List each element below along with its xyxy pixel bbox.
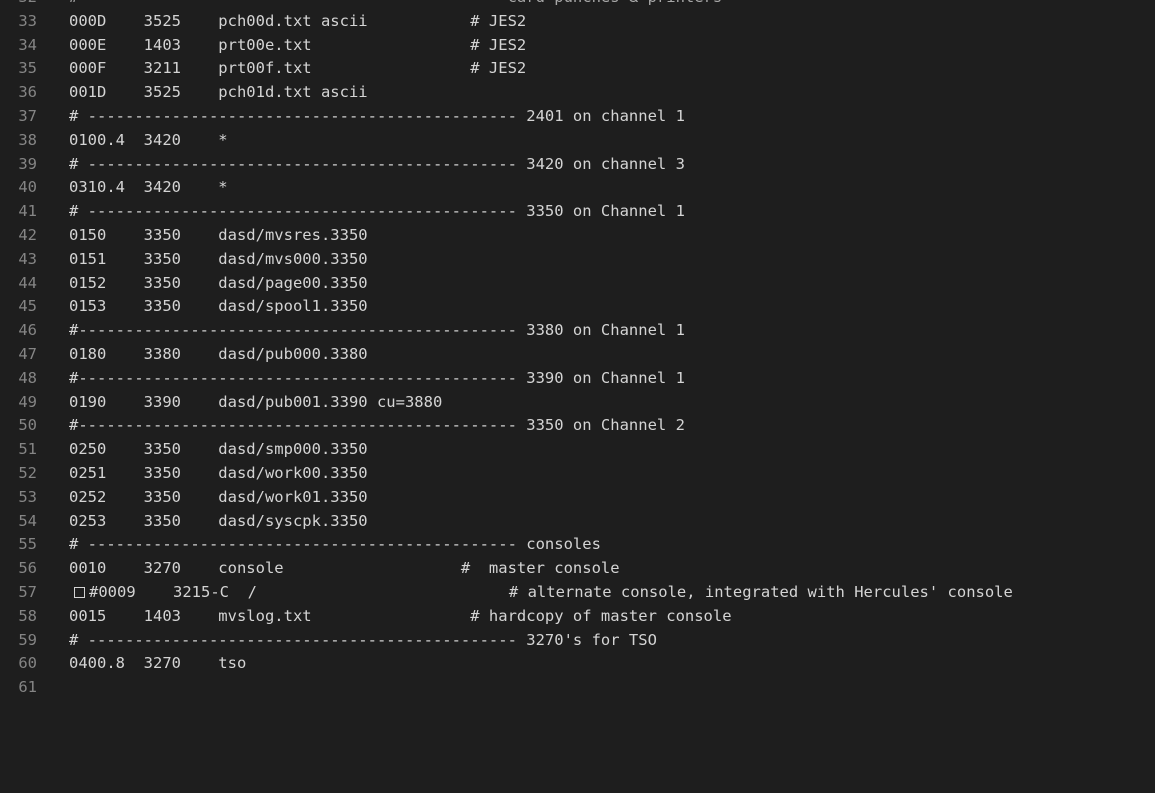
line-number: 46: [18, 321, 37, 340]
line-number: 35: [18, 59, 37, 78]
line-text: 0190 3390 dasd/pub001.3390 cu=3880: [69, 392, 443, 411]
line-number: 42: [18, 225, 37, 244]
line-text: #---------------------------------------…: [69, 321, 685, 340]
editor-line[interactable]: 53 0252 3350 dasd/work01.3350: [0, 486, 1155, 510]
editor-line[interactable]: 50 #-------------------------------------…: [0, 414, 1155, 438]
line-text: # --------------------------------------…: [69, 154, 685, 173]
editor-line[interactable]: 38 0100.4 3420 *: [0, 129, 1155, 153]
line-number: 50: [18, 416, 37, 435]
line-text: 000D 3525 pch00d.txt ascii # JES2: [69, 11, 527, 30]
line-number: 43: [18, 249, 37, 268]
line-text: 000F 3211 prt00f.txt # JES2: [69, 59, 527, 78]
editor-line[interactable]: 41 # ------------------------------------…: [0, 200, 1155, 224]
line-number: 37: [18, 106, 37, 125]
line-number: 33: [18, 11, 37, 30]
line-number: 36: [18, 83, 37, 102]
editor-line[interactable]: 56 0010 3270 console # master console: [0, 557, 1155, 581]
editor-line[interactable]: 51 0250 3350 dasd/smp000.3350: [0, 438, 1155, 462]
line-text: #0009 3215-C / # alternate console, inte…: [89, 582, 1013, 601]
line-text: # --------------------------------------…: [69, 106, 685, 125]
line-number: 59: [18, 630, 37, 649]
line-number: 54: [18, 511, 37, 530]
line-number: 51: [18, 440, 37, 459]
line-number: 45: [18, 297, 37, 316]
line-number: 34: [18, 35, 37, 54]
line-text: 0151 3350 dasd/mvs000.3350: [69, 249, 368, 268]
line-text: 0310.4 3420 *: [69, 178, 228, 197]
line-number: 61: [18, 678, 37, 697]
line-number: 48: [18, 368, 37, 387]
editor-line[interactable]: 44 0152 3350 dasd/page00.3350: [0, 272, 1155, 296]
editor-line[interactable]: 54 0253 3350 dasd/syscpk.3350: [0, 510, 1155, 534]
line-number: 53: [18, 487, 37, 506]
line-text: 0010 3270 console # master console: [69, 559, 620, 578]
editor-line[interactable]: 52 0251 3350 dasd/work00.3350: [0, 462, 1155, 486]
line-number: 44: [18, 273, 37, 292]
editor-line[interactable]: 60 0400.8 3270 tso: [0, 652, 1155, 676]
line-number: 49: [18, 392, 37, 411]
line-text: 0253 3350 dasd/syscpk.3350: [69, 511, 368, 530]
line-text: 0250 3350 dasd/smp000.3350: [69, 440, 368, 459]
editor-line[interactable]: 43 0151 3350 dasd/mvs000.3350: [0, 248, 1155, 272]
line-text: 0015 1403 mvslog.txt # hardcopy of maste…: [69, 606, 732, 625]
editor-line[interactable]: 35 000F 3211 prt00f.txt # JES2: [0, 57, 1155, 81]
line-number: 58: [18, 606, 37, 625]
line-text: 001D 3525 pch01d.txt ascii: [69, 83, 368, 102]
editor-line[interactable]: 36 001D 3525 pch01d.txt ascii: [0, 81, 1155, 105]
editor-line[interactable]: 48 #-------------------------------------…: [0, 367, 1155, 391]
line-number: 39: [18, 154, 37, 173]
line-text: 0152 3350 dasd/page00.3350: [69, 273, 368, 292]
editor-line[interactable]: 57 #0009 3215-C / # alternate console, in…: [0, 581, 1155, 605]
editor-line[interactable]: 47 0180 3380 dasd/pub000.3380: [0, 343, 1155, 367]
editor-line[interactable]: 61: [0, 676, 1155, 700]
line-number: 60: [18, 654, 37, 673]
line-number: 41: [18, 202, 37, 221]
line-text: #---------------------------------------…: [69, 368, 685, 387]
editor-line[interactable]: 32 # card punches & printers: [0, 0, 1155, 10]
line-text: # --------------------------------------…: [69, 535, 601, 554]
editor-line[interactable]: 33 000D 3525 pch00d.txt ascii # JES2: [0, 10, 1155, 34]
line-number: 32: [0, 0, 37, 10]
line-text-with-box: #0009 3215-C / # alternate console, inte…: [69, 581, 1013, 605]
line-text: 0100.4 3420 *: [69, 130, 228, 149]
line-number: 47: [18, 344, 37, 363]
line-text: 000E 1403 prt00e.txt # JES2: [69, 35, 527, 54]
editor-line[interactable]: 45 0153 3350 dasd/spool1.3350: [0, 295, 1155, 319]
line-number: 52: [18, 463, 37, 482]
line-number: 38: [18, 130, 37, 149]
line-number: 55: [18, 535, 37, 554]
line-text: # card punches & printers: [69, 0, 722, 10]
code-editor[interactable]: 32 # card punches & printers 33 000D 3525 …: [0, 0, 1155, 793]
editor-line[interactable]: 42 0150 3350 dasd/mvsres.3350: [0, 224, 1155, 248]
checkbox-glyph-icon: [74, 586, 85, 598]
line-text: 0150 3350 dasd/mvsres.3350: [69, 225, 368, 244]
editor-line[interactable]: 40 0310.4 3420 *: [0, 176, 1155, 200]
line-text: 0180 3380 dasd/pub000.3380: [69, 344, 368, 363]
line-text: #---------------------------------------…: [69, 416, 685, 435]
line-text: # --------------------------------------…: [69, 202, 685, 221]
editor-line[interactable]: 58 0015 1403 mvslog.txt # hardcopy of mas…: [0, 605, 1155, 629]
editor-line[interactable]: 49 0190 3390 dasd/pub001.3390 cu=3880: [0, 391, 1155, 415]
editor-line[interactable]: 34 000E 1403 prt00e.txt # JES2: [0, 34, 1155, 58]
editor-line[interactable]: 46 #-------------------------------------…: [0, 319, 1155, 343]
line-text: 0400.8 3270 tso: [69, 654, 247, 673]
editor-line[interactable]: 55 # ------------------------------------…: [0, 533, 1155, 557]
line-text: 0251 3350 dasd/work00.3350: [69, 463, 368, 482]
line-text: 0252 3350 dasd/work01.3350: [69, 487, 368, 506]
line-text: # --------------------------------------…: [69, 630, 657, 649]
editor-line[interactable]: 39 # ------------------------------------…: [0, 153, 1155, 177]
line-number: 40: [18, 178, 37, 197]
line-number: 57: [18, 582, 37, 601]
editor-lines: 32 # card punches & printers 33 000D 3525 …: [0, 0, 1155, 700]
editor-line[interactable]: 37 # ------------------------------------…: [0, 105, 1155, 129]
editor-line[interactable]: 59 # ------------------------------------…: [0, 629, 1155, 653]
line-number: 56: [18, 559, 37, 578]
line-text: 0153 3350 dasd/spool1.3350: [69, 297, 368, 316]
